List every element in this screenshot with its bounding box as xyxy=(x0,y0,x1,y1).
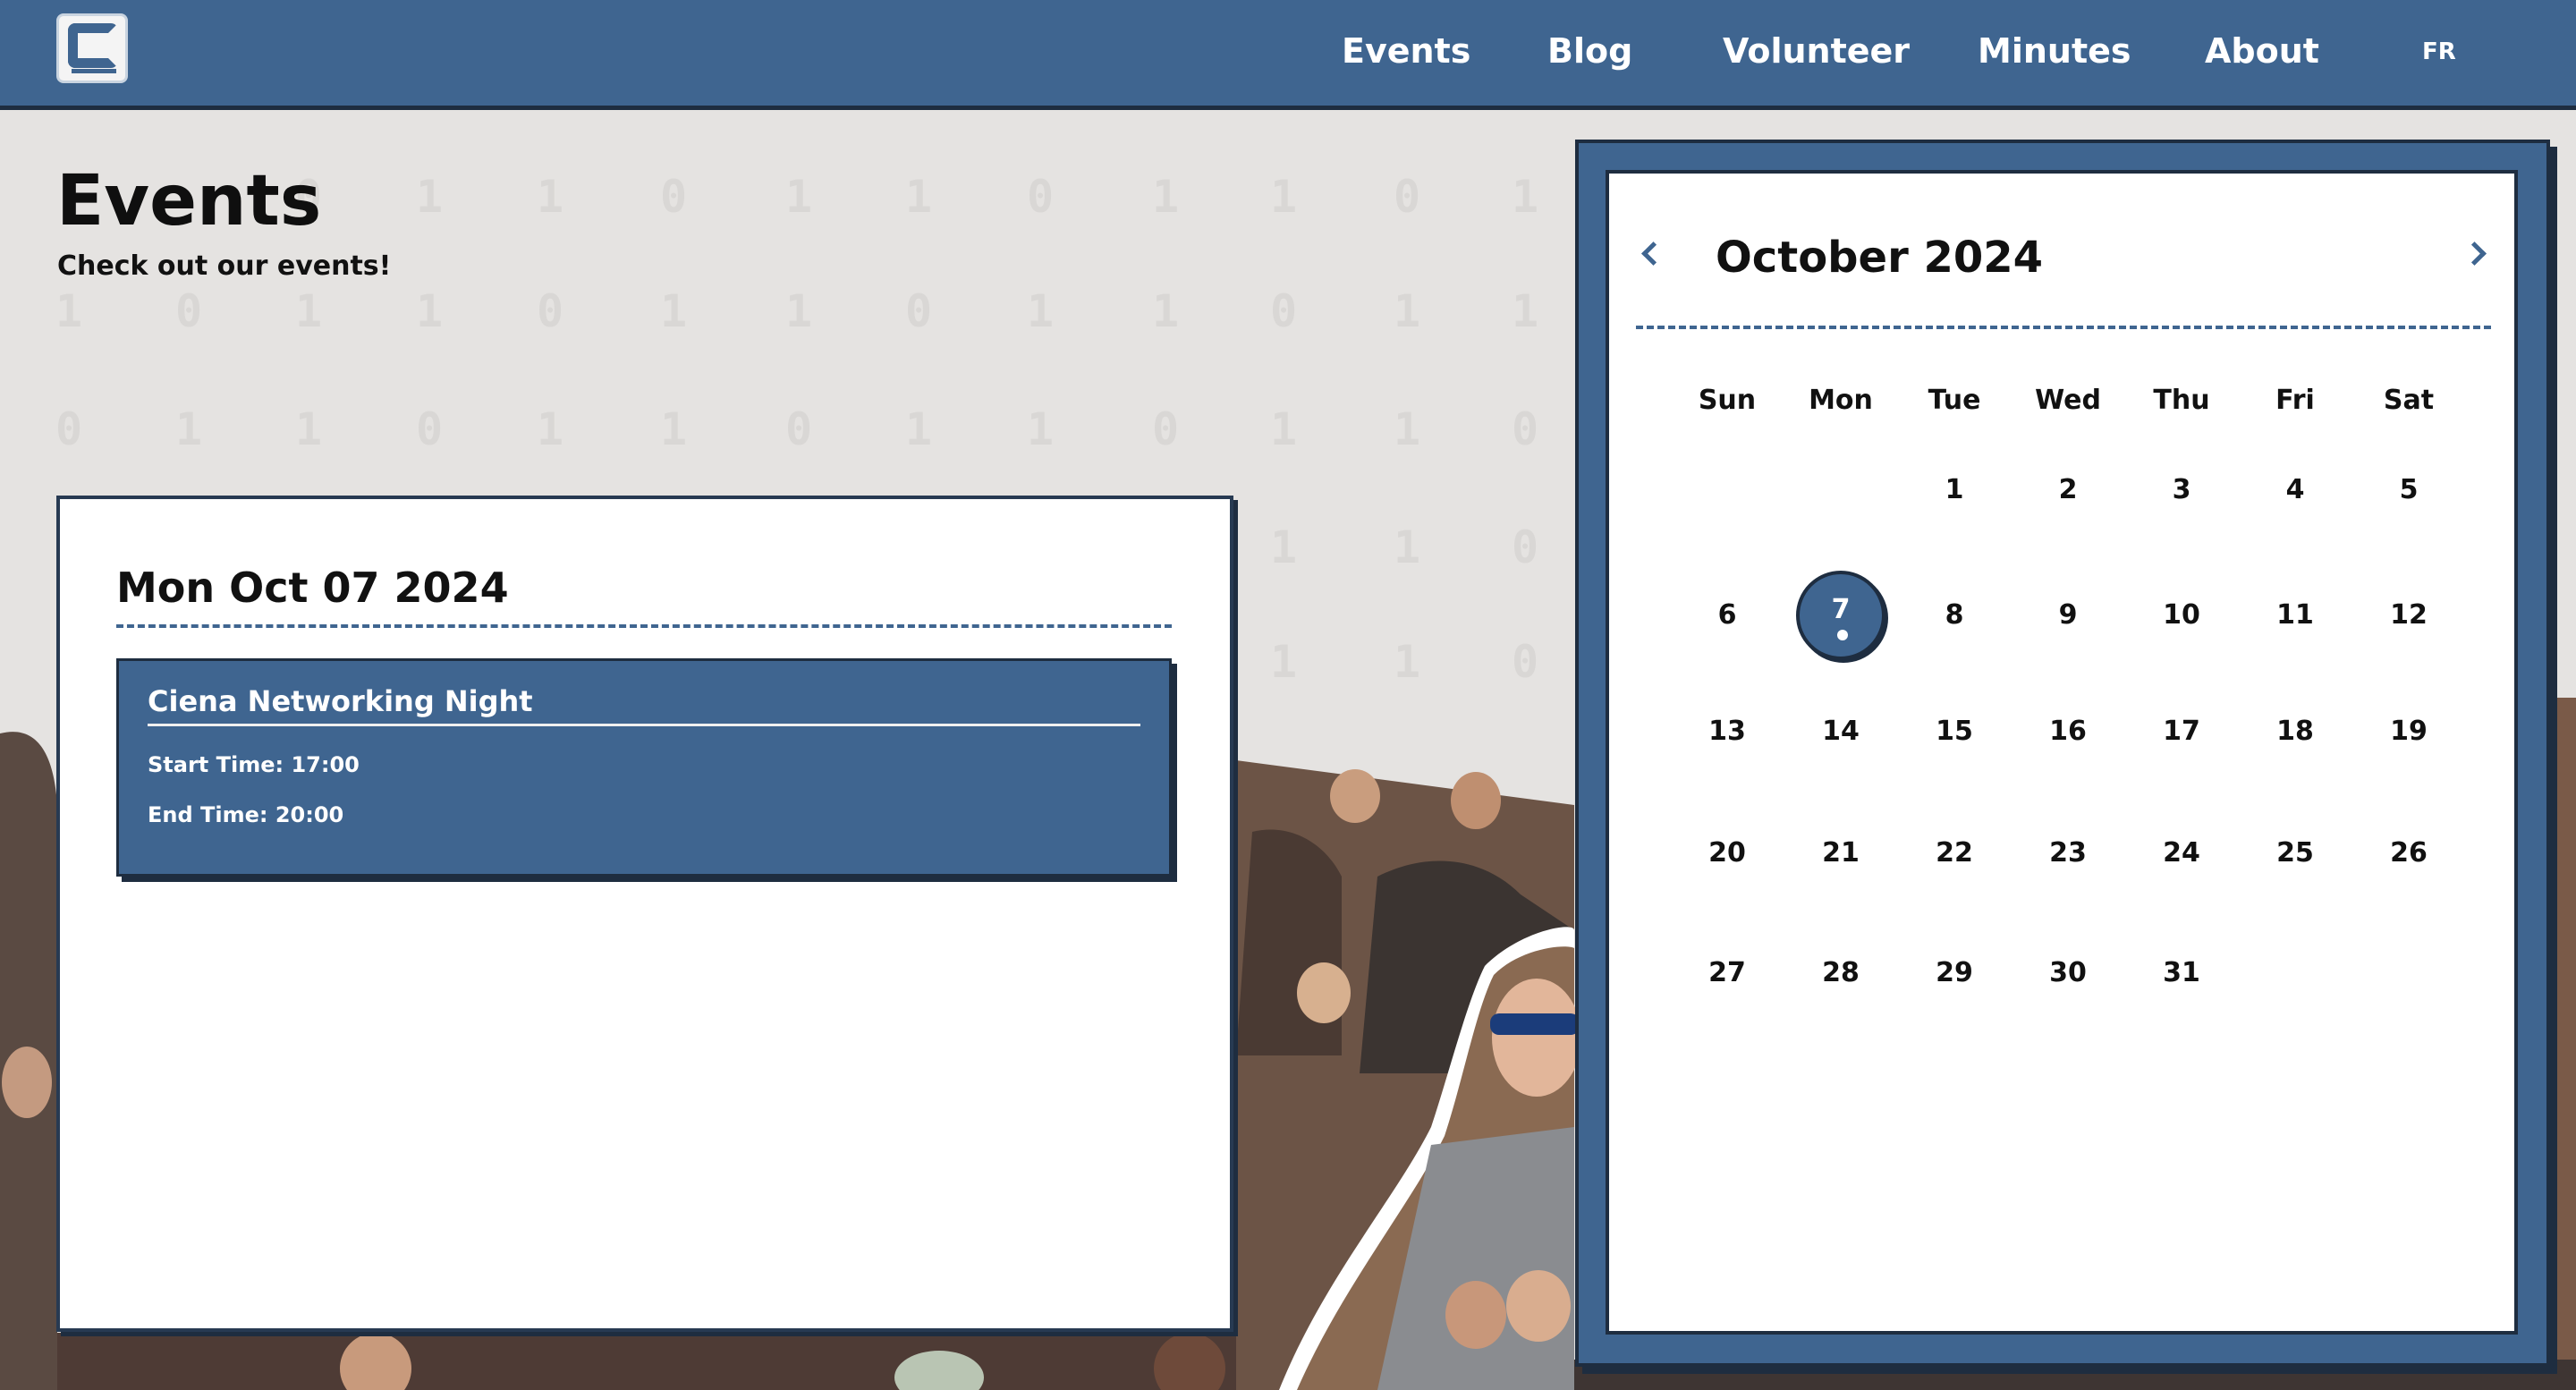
calendar-day-26[interactable]: 26 xyxy=(2364,809,2453,898)
calendar-day-number: 29 xyxy=(1936,957,1973,988)
calendar-day-number: 16 xyxy=(2049,716,2087,747)
calendar-day-number: 8 xyxy=(1945,599,1964,631)
calendar-day-21[interactable]: 21 xyxy=(1796,809,1885,898)
calendar-day-number: 6 xyxy=(1717,599,1737,631)
calendar-day-1[interactable]: 1 xyxy=(1910,445,1999,535)
calendar-day-number: 25 xyxy=(2276,837,2314,869)
club-logo-icon[interactable] xyxy=(56,13,128,83)
nav-link-events[interactable]: Events xyxy=(1342,29,1470,73)
calendar-day-number: 2 xyxy=(2058,474,2078,505)
calendar-day-19[interactable]: 19 xyxy=(2364,687,2453,776)
calendar-frame: October 2024 Sun Mon Tue Wed Thu Fri Sat 12345… xyxy=(1575,140,2550,1367)
calendar-divider xyxy=(1636,326,2491,329)
calendar-day-number: 18 xyxy=(2276,716,2314,747)
calendar-day-16[interactable]: 16 xyxy=(2023,687,2113,776)
calendar-day-7[interactable]: 7 xyxy=(1796,571,1885,660)
calendar-day-28[interactable]: 28 xyxy=(1796,928,1885,1018)
calendar-day-number: 17 xyxy=(2163,716,2200,747)
weekday-sat: Sat xyxy=(2383,385,2435,416)
event-start-time: Start Time: 17:00 xyxy=(148,752,360,777)
calendar-day-number: 11 xyxy=(2276,599,2314,631)
calendar-widget: October 2024 Sun Mon Tue Wed Thu Fri Sat 12345… xyxy=(1606,170,2518,1335)
calendar-day-number: 15 xyxy=(1936,716,1973,747)
calendar-day-13[interactable]: 13 xyxy=(1682,687,1772,776)
calendar-day-4[interactable]: 4 xyxy=(2250,445,2340,535)
calendar-day-number: 31 xyxy=(2163,957,2200,988)
calendar-day-number: 24 xyxy=(2163,837,2200,869)
calendar-day-2[interactable]: 2 xyxy=(2023,445,2113,535)
chevron-left-icon[interactable] xyxy=(1636,240,1663,267)
event-card[interactable]: Ciena Networking Night Start Time: 17:00… xyxy=(116,658,1172,877)
calendar-day-30[interactable]: 30 xyxy=(2023,928,2113,1018)
nav-link-volunteer[interactable]: Volunteer xyxy=(1723,29,1910,73)
weekday-mon: Mon xyxy=(1809,385,1873,416)
calendar-day-14[interactable]: 14 xyxy=(1796,687,1885,776)
event-title-divider xyxy=(148,724,1140,726)
calendar-day-number: 10 xyxy=(2163,599,2200,631)
calendar-day-number: 4 xyxy=(2285,474,2305,505)
calendar-day-number: 20 xyxy=(1708,837,1746,869)
chevron-right-icon[interactable] xyxy=(2464,240,2491,267)
calendar-day-29[interactable]: 29 xyxy=(1910,928,1999,1018)
weekday-sun: Sun xyxy=(1698,385,1757,416)
calendar-day-number: 22 xyxy=(1936,837,1973,869)
calendar-day-27[interactable]: 27 xyxy=(1682,928,1772,1018)
weekday-thu: Thu xyxy=(2153,385,2210,416)
event-dot-icon xyxy=(1837,630,1848,640)
calendar-day-number: 23 xyxy=(2049,837,2087,869)
calendar-day-number: 28 xyxy=(1822,957,1860,988)
calendar-day-23[interactable]: 23 xyxy=(2023,809,2113,898)
calendar-day-9[interactable]: 9 xyxy=(2023,571,2113,660)
calendar-day-number: 27 xyxy=(1708,957,1746,988)
calendar-day-number: 1 xyxy=(1945,474,1964,505)
nav-link-minutes[interactable]: Minutes xyxy=(1978,29,2131,73)
calendar-day-5[interactable]: 5 xyxy=(2364,445,2453,535)
calendar-day-3[interactable]: 3 xyxy=(2137,445,2226,535)
date-divider xyxy=(116,624,1172,628)
nav-link-blog[interactable]: Blog xyxy=(1547,29,1632,73)
calendar-day-20[interactable]: 20 xyxy=(1682,809,1772,898)
calendar-day-number: 5 xyxy=(2399,474,2419,505)
calendar-day-22[interactable]: 22 xyxy=(1910,809,1999,898)
calendar-day-24[interactable]: 24 xyxy=(2137,809,2226,898)
calendar-day-31[interactable]: 31 xyxy=(2137,928,2226,1018)
calendar-day-number: 12 xyxy=(2390,599,2428,631)
calendar-day-number: 21 xyxy=(1822,837,1860,869)
top-navbar: Events Blog Volunteer Minutes About FR xyxy=(0,0,2576,110)
calendar-day-number: 13 xyxy=(1708,716,1746,747)
page-title: Events xyxy=(56,161,322,242)
calendar-day-25[interactable]: 25 xyxy=(2250,809,2340,898)
event-end-time: End Time: 20:00 xyxy=(148,802,344,827)
calendar-day-number: 7 xyxy=(1831,594,1851,625)
weekday-wed: Wed xyxy=(2035,385,2101,416)
event-details-panel: Mon Oct 07 2024 Ciena Networking Night S… xyxy=(56,496,1233,1332)
language-toggle[interactable]: FR xyxy=(2422,32,2456,77)
calendar-day-number: 30 xyxy=(2049,957,2087,988)
calendar-day-17[interactable]: 17 xyxy=(2137,687,2226,776)
calendar-day-11[interactable]: 11 xyxy=(2250,571,2340,660)
calendar-month-label: October 2024 xyxy=(1716,233,2044,283)
calendar-day-number: 14 xyxy=(1822,716,1860,747)
calendar-day-10[interactable]: 10 xyxy=(2137,571,2226,660)
calendar-day-number: 3 xyxy=(2172,474,2191,505)
nav-link-about[interactable]: About xyxy=(2205,29,2319,73)
calendar-day-12[interactable]: 12 xyxy=(2364,571,2453,660)
calendar-day-6[interactable]: 6 xyxy=(1682,571,1772,660)
weekday-tue: Tue xyxy=(1928,385,1981,416)
calendar-day-number: 9 xyxy=(2058,599,2078,631)
selected-date-heading: Mon Oct 07 2024 xyxy=(116,564,509,612)
calendar-day-8[interactable]: 8 xyxy=(1910,571,1999,660)
calendar-day-15[interactable]: 15 xyxy=(1910,687,1999,776)
event-title: Ciena Networking Night xyxy=(148,684,533,718)
page-subtitle: Check out our events! xyxy=(57,250,392,282)
weekday-fri: Fri xyxy=(2275,385,2315,416)
calendar-day-number: 19 xyxy=(2390,716,2428,747)
calendar-day-18[interactable]: 18 xyxy=(2250,687,2340,776)
calendar-day-number: 26 xyxy=(2390,837,2428,869)
